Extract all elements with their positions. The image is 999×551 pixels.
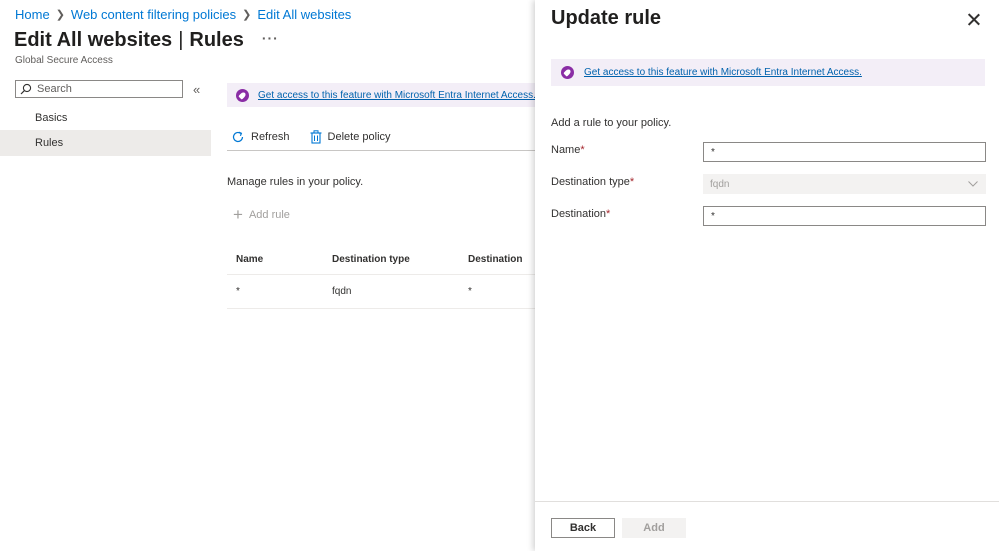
destination-label-text: Destination xyxy=(551,208,607,220)
entra-access-banner: Get access to this feature with Microsof… xyxy=(227,83,537,107)
cell-name: * xyxy=(236,286,240,297)
search-icon xyxy=(20,83,32,95)
entra-access-link[interactable]: Get access to this feature with Microsof… xyxy=(258,90,536,101)
refresh-icon xyxy=(232,131,244,142)
name-input[interactable] xyxy=(703,142,986,162)
breadcrumb-home[interactable]: Home xyxy=(15,7,50,22)
search-box xyxy=(15,80,183,98)
destination-label: Destination* xyxy=(551,208,610,220)
back-button[interactable]: Back xyxy=(551,518,615,538)
destination-type-value: fqdn xyxy=(710,178,730,190)
panel-footer: Back Add xyxy=(535,501,999,551)
trash-icon xyxy=(310,129,322,144)
delete-policy-button[interactable]: Delete policy xyxy=(306,129,395,144)
title-separator: | xyxy=(178,29,184,51)
destination-type-label: Destination type* xyxy=(551,176,634,188)
add-rule-button[interactable]: + Add rule xyxy=(233,206,290,223)
nav-item-label: Basics xyxy=(35,112,68,124)
nav-item-rules[interactable]: Rules xyxy=(0,130,211,156)
destination-type-select[interactable]: fqdn xyxy=(703,174,986,194)
panel-title: Update rule xyxy=(551,7,662,29)
cell-destination: * xyxy=(468,286,472,297)
breadcrumb: Home ❯ Web content filtering policies ❯ … xyxy=(15,7,351,22)
add-rule-label: Add rule xyxy=(248,208,290,221)
delete-policy-label: Delete policy xyxy=(327,130,391,143)
chevron-right-icon: ❯ xyxy=(242,9,252,21)
nav-item-label: Rules xyxy=(35,137,64,149)
page-title: Edit All websites | Rules ··· xyxy=(14,29,279,52)
search-input[interactable] xyxy=(37,83,177,95)
plus-icon: + xyxy=(233,205,243,224)
rules-table: Name Destination type Destination * fqdn… xyxy=(227,244,537,309)
toolbar: Refresh Delete policy xyxy=(227,123,537,151)
nav-item-basics[interactable]: Basics xyxy=(0,105,211,131)
chevron-down-icon xyxy=(968,181,978,187)
required-asterisk: * xyxy=(629,176,635,188)
breadcrumb-edit-all-websites[interactable]: Edit All websites xyxy=(257,7,351,22)
breadcrumb-web-content-filtering-policies[interactable]: Web content filtering policies xyxy=(71,7,236,22)
update-rule-panel: Update rule Get access to this feature w… xyxy=(535,0,999,551)
required-asterisk: * xyxy=(580,144,585,156)
rocket-icon xyxy=(236,88,249,102)
destination-input[interactable] xyxy=(703,206,986,226)
page-title-main: Edit All websites xyxy=(14,29,173,51)
panel-intro-text: Add a rule to your policy. xyxy=(551,117,672,129)
column-header-destination-type[interactable]: Destination type xyxy=(323,254,459,265)
column-header-destination[interactable]: Destination xyxy=(459,254,537,265)
name-label: Name* xyxy=(551,144,585,156)
rocket-icon xyxy=(561,66,574,79)
refresh-label: Refresh xyxy=(251,130,290,143)
destination-type-label-text: Destination type xyxy=(551,176,630,188)
chevron-right-icon: ❯ xyxy=(55,9,65,21)
table-row[interactable]: * fqdn * xyxy=(227,275,537,309)
panel-entra-access-link[interactable]: Get access to this feature with Microsof… xyxy=(584,67,862,78)
refresh-button[interactable]: Refresh xyxy=(227,130,294,144)
column-header-name[interactable]: Name xyxy=(227,254,323,265)
close-icon[interactable] xyxy=(965,11,983,29)
page-subtitle: Global Secure Access xyxy=(15,55,113,66)
manage-rules-text: Manage rules in your policy. xyxy=(227,176,364,188)
panel-entra-access-banner: Get access to this feature with Microsof… xyxy=(551,59,985,86)
page-title-section: Rules xyxy=(189,29,244,51)
add-button[interactable]: Add xyxy=(622,518,686,538)
more-options-icon[interactable]: ··· xyxy=(262,30,279,46)
name-label-text: Name xyxy=(551,144,581,156)
required-asterisk: * xyxy=(606,208,611,220)
table-header: Name Destination type Destination xyxy=(227,244,537,275)
cell-destination-type: fqdn xyxy=(332,286,352,297)
collapse-nav-icon[interactable]: « xyxy=(193,82,200,97)
